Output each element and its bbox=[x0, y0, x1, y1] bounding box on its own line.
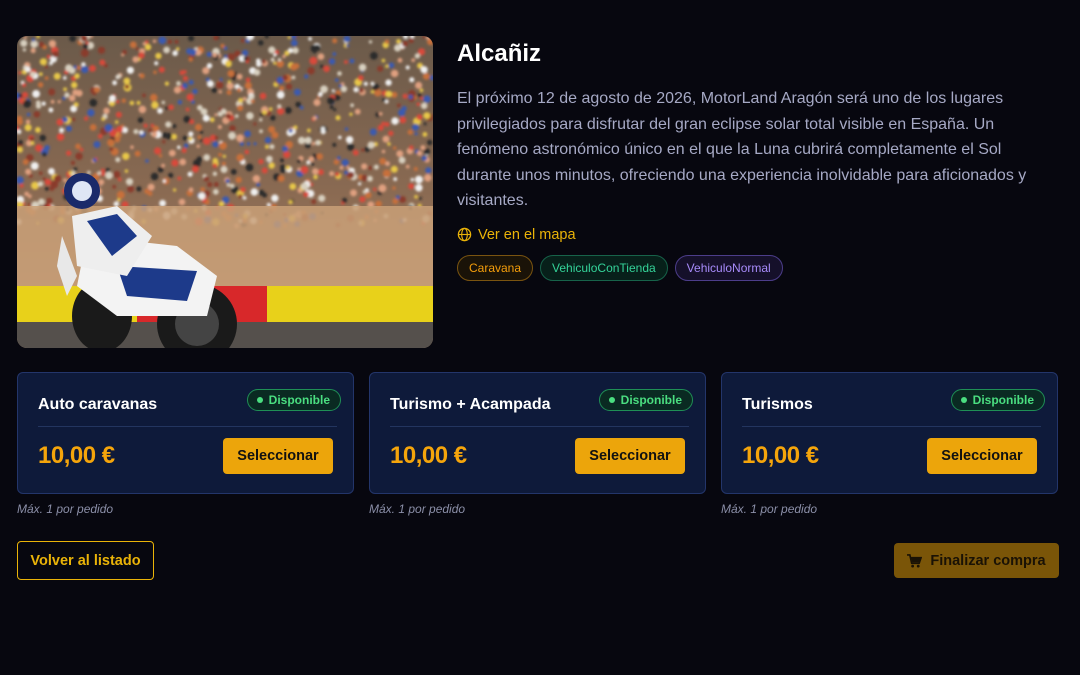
status-dot-icon bbox=[960, 397, 967, 403]
ticket-card: Auto caravanas Disponible 10,00 € Selecc… bbox=[17, 372, 354, 494]
checkout-label: Finalizar compra bbox=[930, 552, 1046, 569]
ticket-name: Auto caravanas bbox=[38, 396, 158, 413]
status-dot-icon bbox=[608, 397, 615, 403]
tag-list: Caravana VehiculoConTienda VehiculoNorma… bbox=[457, 254, 1057, 281]
status-dot-icon bbox=[256, 397, 263, 403]
cart-icon bbox=[907, 553, 923, 568]
status-label: Disponible bbox=[620, 393, 682, 407]
ticket-price: 10,00 € bbox=[390, 442, 467, 469]
status-badge: Disponible bbox=[950, 389, 1045, 411]
event-image bbox=[17, 36, 433, 348]
status-badge: Disponible bbox=[246, 389, 341, 411]
event-info: Alcañiz El próximo 12 de agosto de 2026,… bbox=[457, 36, 1057, 281]
ticket-card: Turismo + Acampada Disponible 10,00 € Se… bbox=[369, 372, 706, 494]
tag-vehiculo-normal: VehiculoNormal bbox=[674, 254, 783, 281]
status-label: Disponible bbox=[972, 393, 1034, 407]
divider bbox=[742, 426, 1041, 427]
checkout-button[interactable]: Finalizar compra bbox=[894, 543, 1059, 578]
ticket-card: Turismos Disponible 10,00 € Seleccionar bbox=[721, 372, 1058, 494]
select-button[interactable]: Seleccionar bbox=[223, 438, 333, 474]
event-description: El próximo 12 de agosto de 2026, MotorLa… bbox=[457, 90, 1027, 209]
ticket-name: Turismo + Acampada bbox=[390, 396, 551, 413]
tag-vehiculo-con-tienda: VehiculoConTienda bbox=[540, 254, 668, 281]
back-to-list-button[interactable]: Volver al listado bbox=[17, 541, 154, 580]
status-badge: Disponible bbox=[598, 389, 693, 411]
select-button[interactable]: Seleccionar bbox=[927, 438, 1037, 474]
max-per-order-note: Máx. 1 por pedido bbox=[17, 502, 114, 516]
map-link-label: Ver en el mapa bbox=[478, 226, 576, 243]
ticket-name: Turismos bbox=[742, 396, 813, 413]
globe-icon bbox=[457, 227, 472, 242]
select-button[interactable]: Seleccionar bbox=[575, 438, 685, 474]
tag-caravana: Caravana bbox=[457, 254, 534, 281]
ticket-price: 10,00 € bbox=[742, 442, 819, 469]
status-label: Disponible bbox=[268, 393, 330, 407]
divider bbox=[390, 426, 689, 427]
max-per-order-note: Máx. 1 por pedido bbox=[721, 502, 818, 516]
max-per-order-note: Máx. 1 por pedido bbox=[369, 502, 466, 516]
event-title: Alcañiz bbox=[457, 40, 542, 67]
divider bbox=[38, 426, 337, 427]
ticket-price: 10,00 € bbox=[38, 442, 115, 469]
map-link[interactable]: Ver en el mapa bbox=[457, 227, 1057, 243]
